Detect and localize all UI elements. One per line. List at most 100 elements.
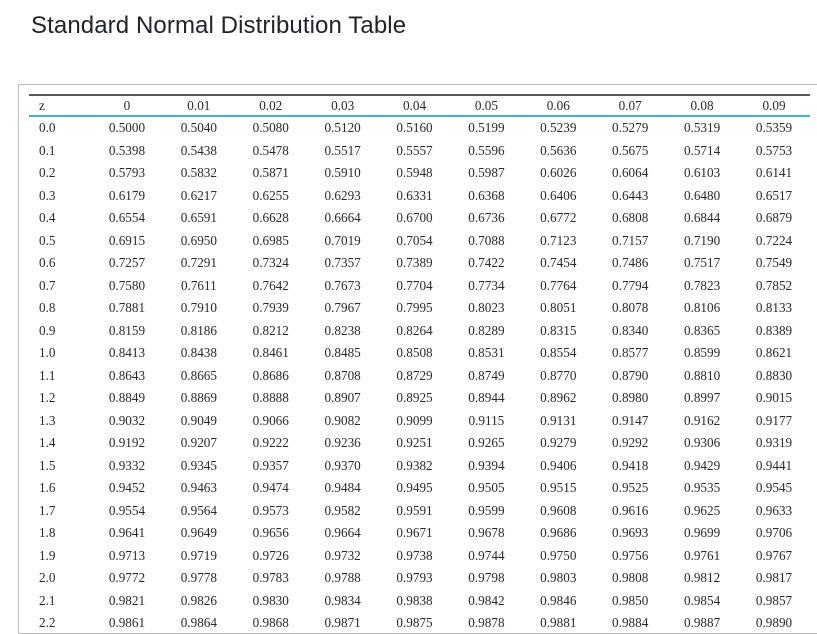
probability-cell: 0.7324 <box>252 255 289 271</box>
probability-cell: 0.7939 <box>252 300 289 316</box>
probability-cell: 0.9875 <box>396 615 433 631</box>
probability-cell: 0.6985 <box>252 232 289 248</box>
probability-cell: 0.9441 <box>755 457 793 473</box>
probability-cell: 0.5948 <box>396 165 433 181</box>
probability-cell: 0.9706 <box>755 525 793 541</box>
probability-cell: 0.9719 <box>180 547 217 563</box>
probability-cell: 0.8962 <box>540 390 577 406</box>
probability-cell: 0.8907 <box>324 390 361 406</box>
probability-cell: 0.9066 <box>252 412 289 428</box>
probability-cell: 0.8554 <box>540 345 577 361</box>
probability-cell: 0.5199 <box>468 120 505 136</box>
probability-cell: 0.7967 <box>324 300 361 316</box>
probability-cell: 0.7642 <box>252 277 289 293</box>
z-value-cell: 0.8 <box>39 300 56 316</box>
header-cell: 0.09 <box>762 97 786 113</box>
probability-cell: 0.6406 <box>540 187 577 203</box>
table-row: 0.4 0.6554 0.6591 0.6628 0.6664 0.6700 0.6736 0… <box>29 207 810 230</box>
probability-cell: 0.9292 <box>612 435 649 451</box>
table-row: 0.2 0.5793 0.5832 0.5871 0.5910 0.5948 0.5987 0… <box>29 162 810 185</box>
probability-cell: 0.6700 <box>396 210 433 226</box>
probability-cell: 0.8686 <box>252 367 289 383</box>
probability-cell: 0.6879 <box>755 210 793 226</box>
probability-cell: 0.5557 <box>396 142 433 158</box>
probability-cell: 0.9664 <box>324 525 361 541</box>
probability-cell: 0.9505 <box>468 480 505 496</box>
probability-cell: 0.9279 <box>540 435 577 451</box>
probability-cell: 0.9131 <box>540 412 577 428</box>
probability-cell: 0.7794 <box>612 277 649 293</box>
z-value-cell: 0.5 <box>39 232 56 248</box>
probability-cell: 0.5714 <box>683 142 721 158</box>
probability-cell: 0.9265 <box>468 435 505 451</box>
probability-cell: 0.8438 <box>180 345 217 361</box>
probability-cell: 0.6443 <box>612 187 649 203</box>
probability-cell: 0.9744 <box>468 547 505 563</box>
probability-cell: 0.6736 <box>468 210 505 226</box>
table-row: 0.1 0.5398 0.5438 0.5478 0.5517 0.5557 0.5596 0… <box>29 140 810 163</box>
probability-cell: 0.5438 <box>180 142 217 158</box>
table-row: 1.5 0.9332 0.9345 0.9357 0.9370 0.9382 0.9394 0… <box>29 455 810 478</box>
z-value-cell: 1.2 <box>39 390 56 406</box>
probability-cell: 0.8944 <box>468 390 505 406</box>
probability-cell: 0.6915 <box>108 232 146 248</box>
probability-cell: 0.9015 <box>755 390 793 406</box>
probability-cell: 0.9686 <box>540 525 577 541</box>
probability-cell: 0.8461 <box>252 345 289 361</box>
table-row: 1.7 0.9554 0.9564 0.9573 0.9582 0.9591 0.9599 0… <box>29 500 810 523</box>
probability-cell: 0.8621 <box>755 345 793 361</box>
probability-cell: 0.9394 <box>468 457 505 473</box>
probability-cell: 0.5160 <box>396 120 433 136</box>
probability-cell: 0.9817 <box>755 570 793 586</box>
probability-cell: 0.6950 <box>180 232 217 248</box>
probability-cell: 0.8508 <box>396 345 433 361</box>
probability-cell: 0.5675 <box>612 142 649 158</box>
header-cell: 0 <box>123 97 131 113</box>
probability-cell: 0.5000 <box>108 120 146 136</box>
probability-cell: 0.9251 <box>396 435 433 451</box>
probability-cell: 0.8925 <box>396 390 433 406</box>
probability-cell: 0.8888 <box>252 390 289 406</box>
probability-cell: 0.9332 <box>108 457 146 473</box>
probability-cell: 0.9082 <box>324 412 361 428</box>
table-row: 0.8 0.7881 0.7910 0.7939 0.7967 0.7995 0.8023 0… <box>29 297 810 320</box>
probability-cell: 0.6554 <box>108 210 146 226</box>
probability-cell: 0.9236 <box>324 435 361 451</box>
page-title: Standard Normal Distribution Table <box>31 12 407 39</box>
probability-cell: 0.9222 <box>252 435 289 451</box>
probability-cell: 0.9515 <box>540 480 577 496</box>
probability-cell: 0.9535 <box>683 480 721 496</box>
z-value-cell: 1.4 <box>39 435 56 451</box>
probability-cell: 0.9798 <box>468 570 505 586</box>
probability-cell: 0.9767 <box>755 547 793 563</box>
probability-cell: 0.8133 <box>755 300 793 316</box>
table-row: 0.7 0.7580 0.7611 0.7642 0.7673 0.7704 0.7734 0… <box>29 275 810 298</box>
probability-cell: 0.8708 <box>324 367 361 383</box>
probability-cell: 0.9608 <box>540 502 577 518</box>
probability-cell: 0.6772 <box>540 210 577 226</box>
probability-cell: 0.8997 <box>683 390 721 406</box>
probability-cell: 0.9147 <box>612 412 649 428</box>
probability-cell: 0.5987 <box>468 165 505 181</box>
probability-cell: 0.5832 <box>180 165 217 181</box>
probability-cell: 0.6255 <box>252 187 289 203</box>
probability-cell: 0.8051 <box>540 300 577 316</box>
probability-cell: 0.9821 <box>108 592 146 608</box>
probability-cell: 0.6179 <box>108 187 146 203</box>
z-value-cell: 1.6 <box>39 480 56 496</box>
probability-cell: 0.9641 <box>108 525 146 541</box>
probability-cell: 0.8289 <box>468 322 505 338</box>
probability-cell: 0.9357 <box>252 457 289 473</box>
probability-cell: 0.9793 <box>396 570 433 586</box>
probability-cell: 0.9699 <box>683 525 721 541</box>
table-header: z 0 0.01 0.02 0.03 0.04 0.05 0.06 0.07 0… <box>29 95 810 116</box>
probability-cell: 0.9726 <box>252 547 289 563</box>
z-value-cell: 0.3 <box>39 187 56 203</box>
probability-cell: 0.7190 <box>683 232 721 248</box>
z-value-cell: 0.2 <box>39 165 56 181</box>
table-row: 1.2 0.8849 0.8869 0.8888 0.8907 0.8925 0.8944 0… <box>29 387 810 410</box>
z-value-cell: 0.7 <box>39 277 56 293</box>
probability-cell: 0.7852 <box>755 277 793 293</box>
probability-cell: 0.7995 <box>396 300 433 316</box>
probability-cell: 0.9474 <box>252 480 289 496</box>
